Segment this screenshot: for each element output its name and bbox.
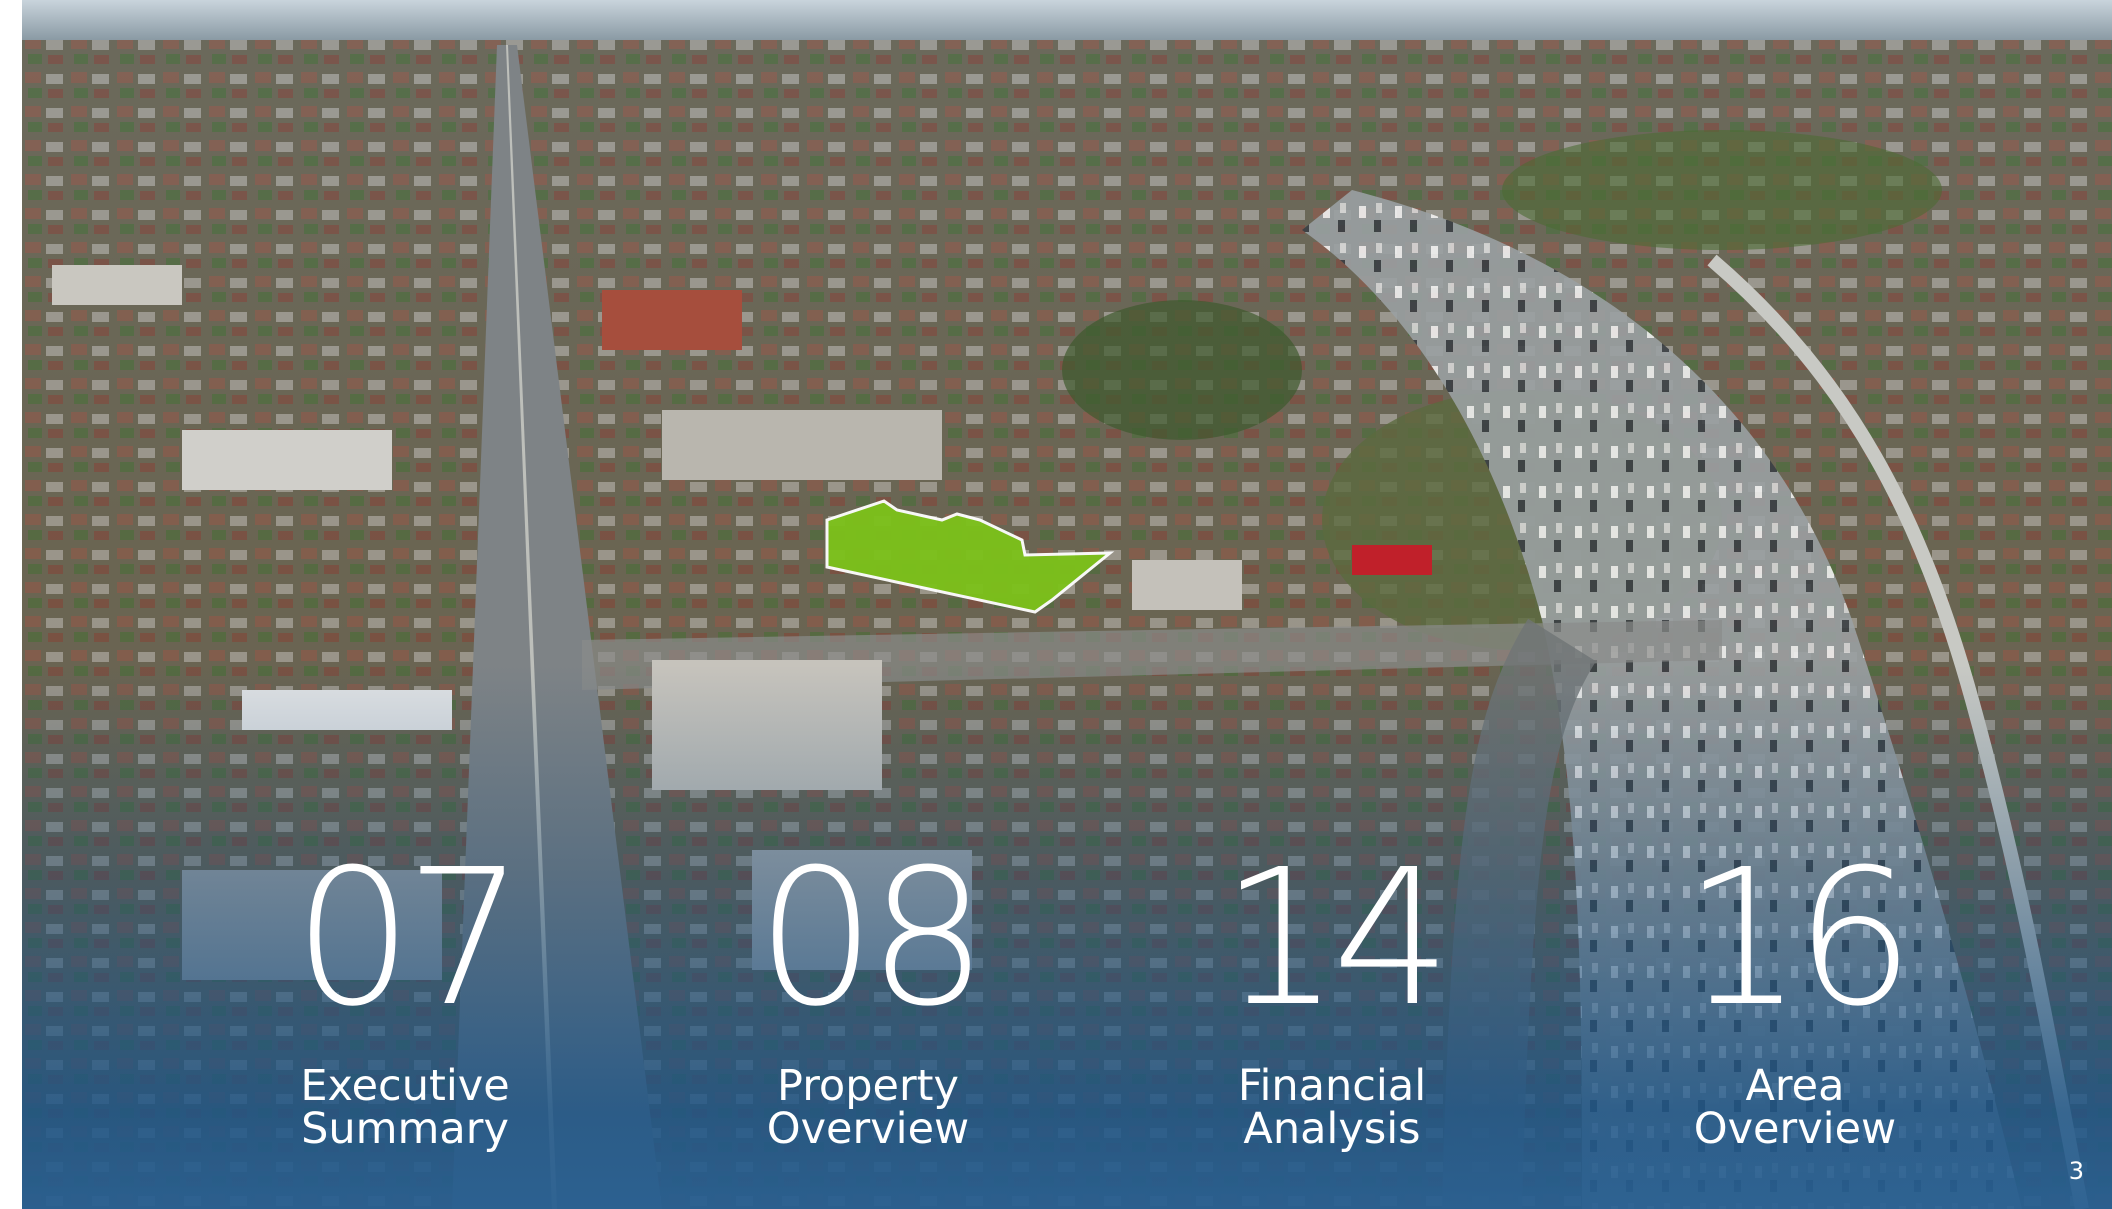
toc-item-executive-summary[interactable]: 07 Executive Summary [255,829,555,1154]
toc-label-line-2: Overview [766,1104,970,1154]
toc-label-line-2: Summary [301,1104,509,1154]
toc-label-line-1: Financial [1237,1061,1427,1111]
toc-item-financial-analysis[interactable]: 14 Financial Analysis [1182,829,1482,1154]
toc-number: 16 [1683,829,1914,1048]
toc-number: 08 [756,829,987,1048]
toc-label-line-1: Area [1745,1061,1845,1111]
toc-label-line-2: Overview [1693,1104,1897,1154]
contents-page: 07 Executive Summary 08 Property Overvie… [22,0,2112,1209]
toc-label-line-1: Executive [300,1061,510,1111]
toc-number: 14 [1220,829,1451,1048]
toc-item-area-overview[interactable]: 16 Area Overview [1645,829,1945,1154]
toc-label-line-2: Analysis [1243,1104,1421,1154]
toc-label-line-1: Property [777,1061,959,1111]
toc-item-property-overview[interactable]: 08 Property Overview [718,829,1018,1154]
toc-number: 07 [293,829,524,1048]
page-number: 3 [2068,1157,2084,1185]
